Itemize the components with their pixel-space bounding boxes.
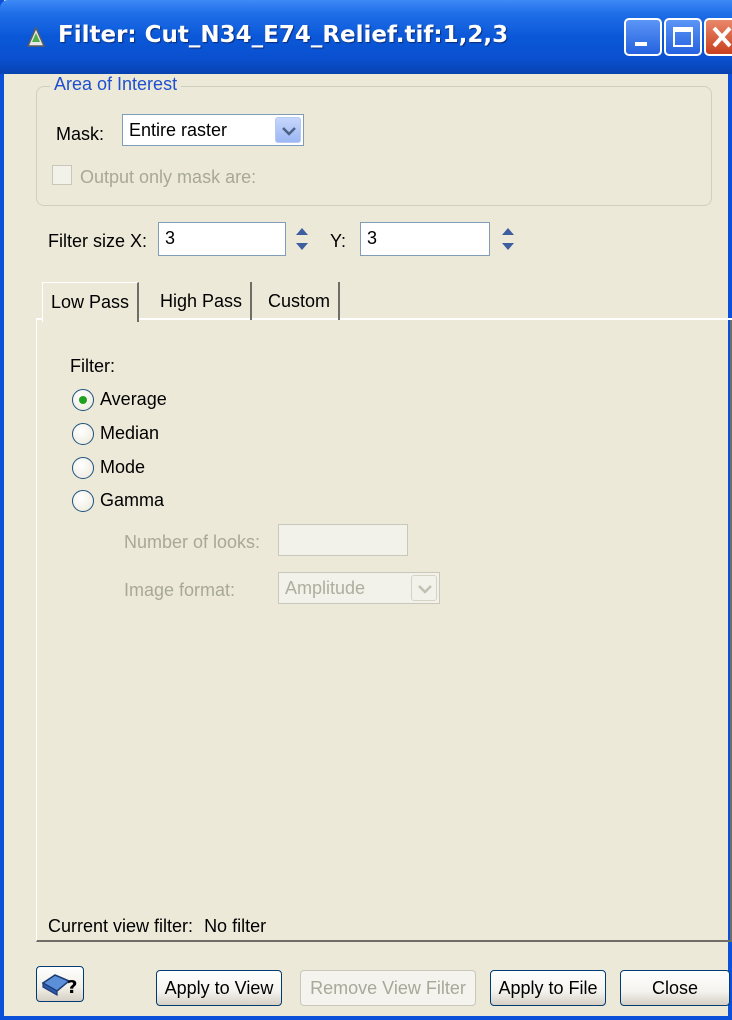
number-of-looks-label: Number of looks: <box>124 532 261 552</box>
maximize-button[interactable] <box>664 18 702 56</box>
filter-app-icon <box>26 26 46 47</box>
filter-size-y-value: 3 <box>367 228 378 248</box>
minimize-button[interactable] <box>624 18 662 56</box>
filter-size-x-spinner-icon[interactable] <box>290 222 314 256</box>
mask-select[interactable]: Entire raster <box>122 114 304 146</box>
filter-size-x-value: 3 <box>165 228 176 248</box>
radio-gamma[interactable] <box>72 490 94 512</box>
radio-gamma-label: Gamma <box>100 490 165 510</box>
title-bar[interactable]: Filter: Cut_N34_E74_Relief.tif:1,2,3 <box>0 0 732 74</box>
close-window-button[interactable] <box>704 18 732 56</box>
svg-text:?: ? <box>67 977 77 998</box>
filter-size-y-label: Y: <box>330 231 347 251</box>
help-book-icon: ? <box>41 974 77 998</box>
chevron-down-icon[interactable] <box>411 575 437 601</box>
apply-to-view-button[interactable]: Apply to View <box>156 970 282 1006</box>
minimize-icon <box>635 42 647 46</box>
output-only-mask-label: Output only mask are: <box>80 167 257 187</box>
output-only-mask-checkbox[interactable] <box>52 165 72 185</box>
radio-selected-dot <box>79 396 87 404</box>
tab-low-pass[interactable]: Low Pass <box>42 282 140 322</box>
area-of-interest-legend: Area of Interest <box>50 74 182 95</box>
filter-size-y-spinner-icon[interactable] <box>496 222 520 256</box>
mask-label: Mask: <box>56 124 105 144</box>
help-button[interactable]: ? <box>36 966 84 1002</box>
filter-size-x-input[interactable]: 3 <box>158 222 286 256</box>
image-format-label: Image format: <box>124 580 236 600</box>
radio-average[interactable] <box>72 389 94 411</box>
close-icon <box>712 26 732 48</box>
current-view-filter-caption: Current view filter: <box>48 916 194 936</box>
remove-view-filter-button[interactable]: Remove View Filter <box>300 970 476 1006</box>
low-pass-panel <box>36 320 732 942</box>
image-format-value: Amplitude <box>285 578 366 598</box>
radio-median-label: Median <box>100 423 160 443</box>
filter-size-y-input[interactable]: 3 <box>360 222 490 256</box>
filter-dialog: Filter: Cut_N34_E74_Relief.tif:1,2,3 Are… <box>0 0 732 1020</box>
current-view-filter-label: Current view filter: No filter <box>48 916 266 937</box>
current-view-filter-value: No filter <box>204 916 267 936</box>
close-button[interactable]: Close <box>620 970 730 1006</box>
radio-mode[interactable] <box>72 457 94 479</box>
number-of-looks-input[interactable] <box>278 524 408 556</box>
radio-mode-label: Mode <box>100 457 146 477</box>
radio-median[interactable] <box>72 423 94 445</box>
radio-average-label: Average <box>100 389 167 409</box>
maximize-icon <box>673 27 693 47</box>
tab-custom[interactable]: Custom <box>260 282 341 320</box>
chevron-down-icon[interactable] <box>275 117 301 143</box>
tab-high-pass[interactable]: High Pass <box>152 282 253 320</box>
filter-type-label: Filter: <box>70 356 115 376</box>
filter-size-x-label: Filter size X: <box>48 231 148 251</box>
mask-select-value: Entire raster <box>129 120 228 140</box>
image-format-select[interactable]: Amplitude <box>278 572 440 604</box>
window-title: Filter: Cut_N34_E74_Relief.tif:1,2,3 <box>58 22 509 48</box>
apply-to-file-button[interactable]: Apply to File <box>490 970 606 1006</box>
area-of-interest-group <box>36 86 712 206</box>
